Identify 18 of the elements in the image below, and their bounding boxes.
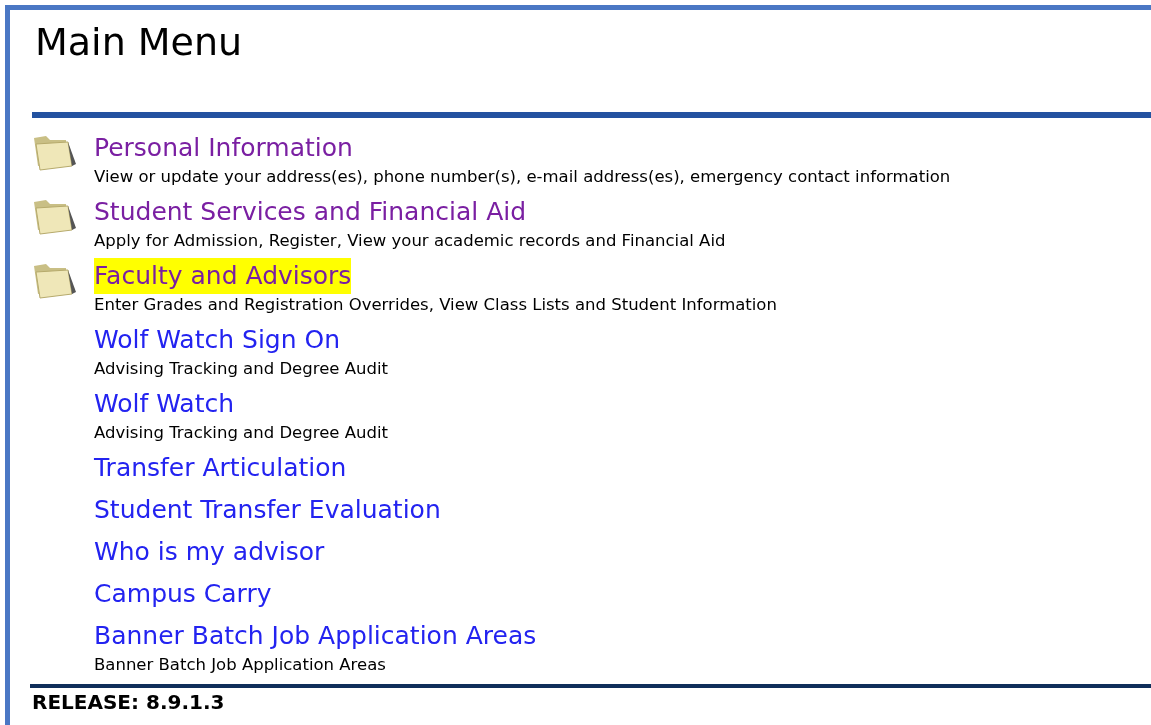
menu-description: View or update your address(es), phone number(s), e-mail address(es), emergency contact information — [94, 166, 951, 188]
menu-description: Banner Batch Job Application Areas — [94, 654, 386, 676]
menu-link[interactable]: Wolf Watch Sign On — [94, 322, 341, 358]
menu-link[interactable]: Wolf Watch — [94, 386, 235, 422]
menu-description: Advising Tracking and Degree Audit — [94, 422, 388, 444]
menu-link[interactable]: Faculty and Advisors — [94, 258, 352, 294]
menu-description: Advising Tracking and Degree Audit — [94, 358, 388, 380]
page-title: Main Menu — [34, 19, 244, 66]
menu-link[interactable]: Transfer Articulation — [94, 450, 347, 486]
menu-link[interactable]: Student Transfer Evaluation — [94, 492, 441, 528]
menu-link[interactable]: Who is my advisor — [94, 534, 325, 570]
menu-description: Enter Grades and Registration Overrides, View Class Lists and Student Information — [94, 294, 777, 316]
menu-link[interactable]: Banner Batch Job Application Areas — [94, 618, 537, 654]
release-label: RELEASE: 8.9.1.3 — [32, 689, 226, 716]
menu-link[interactable]: Student Services and Financial Aid — [94, 194, 527, 230]
menu-link[interactable]: Personal Information — [94, 130, 353, 166]
menu-description: Apply for Admission, Register, View your academic records and Financial Aid — [94, 230, 726, 252]
menu-link[interactable]: Campus Carry — [94, 576, 272, 612]
